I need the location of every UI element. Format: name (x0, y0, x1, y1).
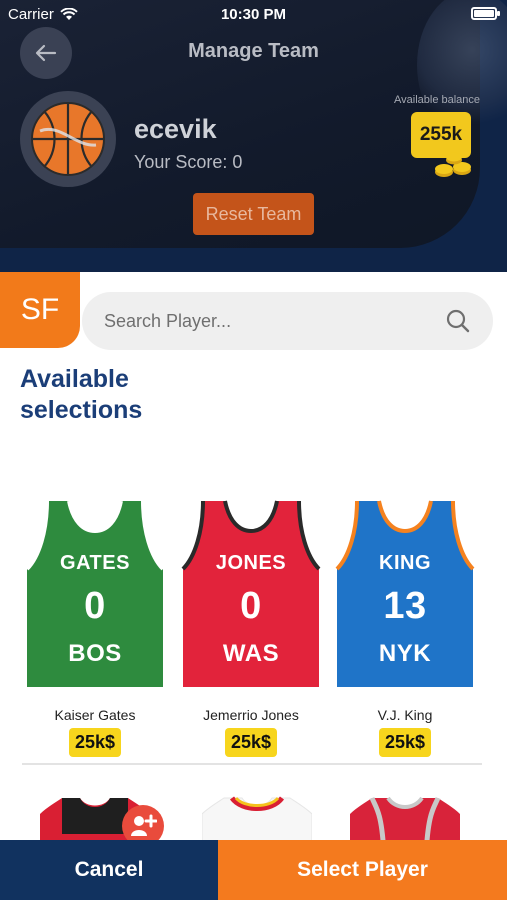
coins-icon (435, 152, 471, 177)
page-title: Manage Team (188, 40, 319, 62)
player-card[interactable]: GATES 0 BOS Kaiser Gates 25k$ (25, 497, 165, 757)
username: ecevik (134, 114, 217, 144)
player-name: V.J. King (377, 707, 433, 723)
battery-icon (471, 7, 500, 20)
jersey-team: BOS (68, 640, 122, 667)
jersey-number: 0 (240, 585, 262, 627)
select-player-button[interactable]: Select Player (218, 840, 507, 900)
jersey-name: GATES (60, 552, 130, 574)
jersey-team: NYK (378, 640, 432, 667)
score-text: Your Score: 0 (134, 152, 243, 172)
jersey-name: KING (379, 552, 431, 574)
section-title: Available selections (20, 365, 143, 424)
action-bar: Cancel Select Player (0, 840, 507, 900)
player-price: 25k$ (224, 728, 278, 757)
status-bar: Carrier 10:30 PM (0, 0, 507, 28)
jersey-image: GATES 0 BOS (25, 497, 165, 687)
search-icon[interactable] (445, 308, 471, 334)
player-name: Kaiser Gates (54, 707, 136, 723)
divider (22, 763, 482, 765)
reset-team-button[interactable]: Reset Team (193, 193, 314, 235)
jersey-number: 0 (84, 585, 106, 627)
player-name: Jemerrio Jones (203, 707, 299, 723)
player-price: 25k$ (68, 728, 122, 757)
jersey-team: WAS (222, 640, 280, 667)
jersey-name: JONES (215, 552, 287, 574)
player-price: 25k$ (378, 728, 432, 757)
search-field[interactable]: Search Player... (82, 292, 493, 350)
clock: 10:30 PM (220, 6, 287, 23)
jersey-number: 13 (383, 585, 427, 627)
player-card[interactable]: KING 13 NYK V.J. King 25k$ (335, 497, 475, 757)
balance-label: Available balance (394, 94, 481, 106)
avatar (20, 91, 116, 187)
jersey-image: KING 13 NYK (335, 497, 475, 687)
basketball-icon (31, 102, 105, 176)
header: Carrier 10:30 PM Manage Team ecevik Your… (0, 0, 507, 272)
cancel-button[interactable]: Cancel (0, 840, 218, 900)
search-input[interactable]: Search Player... (104, 311, 231, 332)
jersey-image: JONES 0 WAS (181, 497, 321, 687)
add-player-icon (131, 814, 157, 836)
player-card[interactable]: JONES 0 WAS Jemerrio Jones 25k$ (181, 497, 321, 757)
position-tab[interactable]: SF (0, 272, 80, 348)
